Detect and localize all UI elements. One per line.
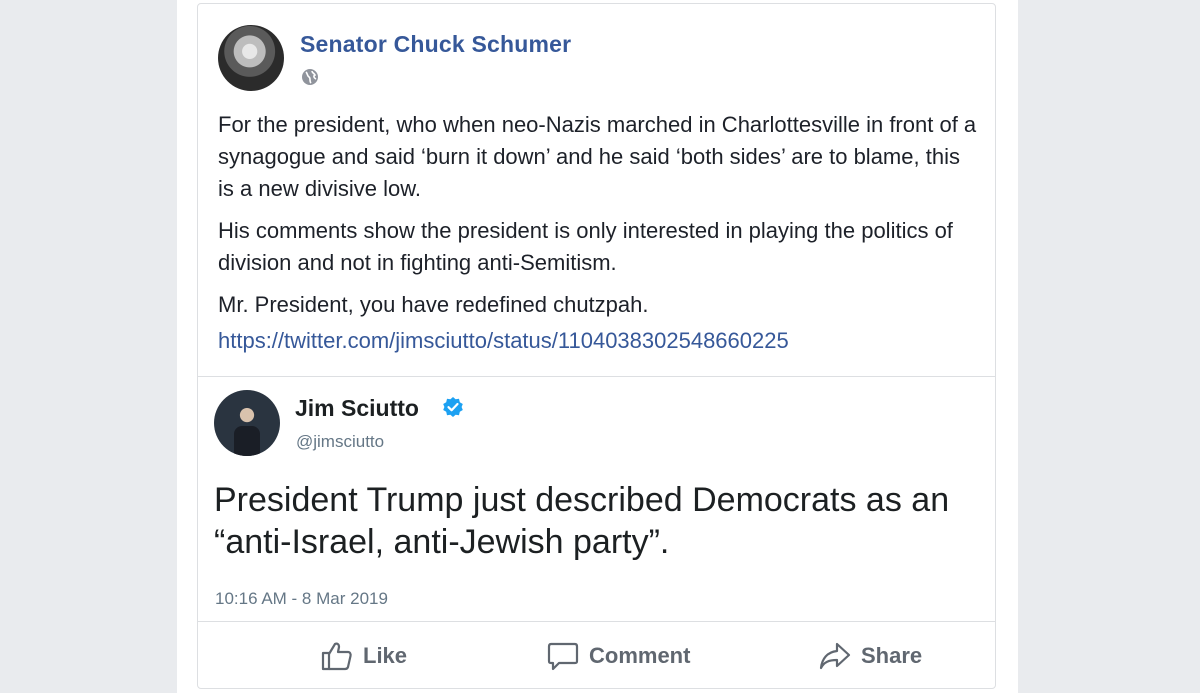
tweet-handle[interactable]: @jimsciutto (296, 432, 384, 452)
embedded-tweet[interactable]: Jim Sciutto @jimsciutto President Trump … (197, 376, 996, 622)
author-avatar[interactable] (218, 25, 284, 91)
post-paragraph: Mr. President, you have redefined chutzp… (218, 292, 649, 317)
tweet-link[interactable]: https://twitter.com/jimsciutto/status/11… (218, 328, 789, 354)
post-paragraph: For the president, who when neo-Nazis ma… (218, 112, 977, 201)
post-paragraph: His comments show the president is only … (218, 218, 953, 275)
tweet-timestamp[interactable]: 10:16 AM - 8 Mar 2019 (215, 589, 388, 609)
comment-label: Comment (589, 643, 691, 668)
comment-button[interactable]: Comment (547, 623, 690, 689)
share-button[interactable]: Share (819, 623, 922, 689)
thumbs-up-icon (321, 642, 352, 671)
like-button[interactable]: Like (321, 623, 407, 689)
globe-icon[interactable] (301, 68, 319, 86)
post-author-name[interactable]: Senator Chuck Schumer (300, 31, 571, 58)
share-label: Share (861, 643, 923, 668)
like-label: Like (363, 643, 408, 668)
tweet-text: President Trump just described Democrats… (214, 481, 950, 561)
facebook-post-card: Senator Chuck Schumer For the president,… (197, 3, 996, 689)
post-body: For the president, who when neo-Nazis ma… (218, 109, 978, 331)
post-actions-bar: Like Comment Share (198, 623, 995, 689)
share-arrow-icon (819, 642, 851, 670)
verified-badge-icon (443, 397, 463, 417)
tweet-author-name[interactable]: Jim Sciutto (295, 395, 419, 422)
comment-icon (547, 642, 579, 671)
tweet-author-avatar[interactable] (214, 390, 280, 456)
